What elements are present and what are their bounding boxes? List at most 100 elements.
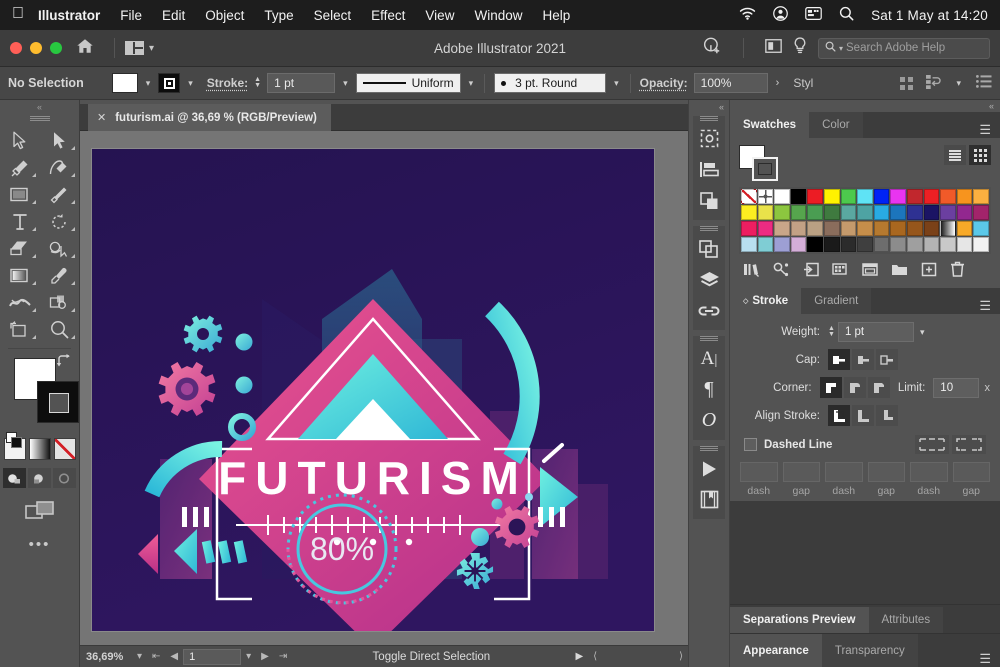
scroll-right-icon[interactable]: ⟩ xyxy=(674,651,688,662)
chevron-down-icon[interactable]: ▾ xyxy=(467,78,476,89)
menubar-clock[interactable]: Sat 1 May at 14:20 xyxy=(871,8,988,23)
shape-builder-tool[interactable] xyxy=(40,235,80,262)
weight-stepper[interactable]: ▲▼ xyxy=(828,326,835,338)
glyphs-panel-icon[interactable]: O xyxy=(693,405,725,436)
align-icon[interactable] xyxy=(900,77,913,90)
align-panel-icon[interactable] xyxy=(693,154,725,185)
swatch-cell[interactable] xyxy=(758,205,774,220)
paragraph-panel-icon[interactable]: ¶ xyxy=(693,374,725,405)
fill-color-swatch[interactable] xyxy=(112,73,138,93)
layers-artboards-icon[interactable] xyxy=(693,233,725,264)
tab-color[interactable]: Color xyxy=(809,112,862,138)
weight-input[interactable]: 1 pt xyxy=(838,322,914,342)
gap-input[interactable] xyxy=(953,462,991,482)
menu-effect[interactable]: Effect xyxy=(371,8,405,23)
show-swatch-options-icon[interactable] xyxy=(832,262,849,282)
options-list-icon[interactable] xyxy=(976,75,992,91)
close-window-button[interactable] xyxy=(10,42,22,54)
swatch-cell[interactable] xyxy=(774,221,790,236)
canvas-area[interactable]: FUTURISM xyxy=(80,131,688,645)
gap-input[interactable] xyxy=(868,462,906,482)
swatch-cell[interactable] xyxy=(924,237,940,252)
adjust-dash-corners-icon[interactable] xyxy=(952,435,986,454)
selection-tool[interactable] xyxy=(0,127,40,154)
spotlight-search-icon[interactable] xyxy=(839,6,854,24)
swatch-cell[interactable] xyxy=(957,205,973,220)
first-artboard-icon[interactable]: ⇤ xyxy=(147,651,165,662)
menu-type[interactable]: Type xyxy=(264,8,293,23)
new-swatch-icon[interactable] xyxy=(921,262,937,282)
swatch-cell[interactable] xyxy=(791,221,807,236)
menu-file[interactable]: File xyxy=(120,8,142,23)
zoom-tool[interactable] xyxy=(40,316,80,343)
direct-selection-tool[interactable] xyxy=(40,127,80,154)
menu-view[interactable]: View xyxy=(425,8,454,23)
menu-select[interactable]: Select xyxy=(314,8,352,23)
chevron-down-icon[interactable]: ▾ xyxy=(341,78,350,89)
swatch-cell[interactable] xyxy=(741,189,757,204)
stroke-weight-stepper[interactable]: ▲▼ xyxy=(254,77,261,89)
new-swatch-folder-icon[interactable] xyxy=(891,262,908,282)
chevron-down-icon[interactable]: ▾ xyxy=(918,327,927,338)
account-icon[interactable] xyxy=(773,6,788,24)
swatch-cell[interactable] xyxy=(824,189,840,204)
round-cap-icon[interactable] xyxy=(852,349,874,370)
menu-edit[interactable]: Edit xyxy=(162,8,185,23)
rotate-tool[interactable] xyxy=(40,208,80,235)
swatch-cell[interactable] xyxy=(807,237,823,252)
free-transform-tool[interactable] xyxy=(40,289,80,316)
swatch-cell[interactable] xyxy=(857,205,873,220)
libraries-panel-icon[interactable] xyxy=(693,484,725,515)
swatch-cell[interactable] xyxy=(791,189,807,204)
limit-input[interactable]: 10 xyxy=(933,378,979,398)
swatch-cell[interactable] xyxy=(874,221,890,236)
paintbrush-tool[interactable] xyxy=(40,181,80,208)
draw-normal[interactable] xyxy=(3,468,26,488)
swatch-cell[interactable] xyxy=(924,189,940,204)
swatch-cell[interactable] xyxy=(940,237,956,252)
preserve-dash-exact-icon[interactable] xyxy=(915,435,949,454)
chevron-down-icon[interactable]: ▾ xyxy=(144,78,153,89)
style-label[interactable]: Styl xyxy=(793,76,813,90)
swatch-cell[interactable] xyxy=(758,189,774,204)
swatch-cell[interactable] xyxy=(807,221,823,236)
transform-icon[interactable] xyxy=(926,75,941,92)
swatch-cell[interactable] xyxy=(957,237,973,252)
swatch-cell[interactable] xyxy=(824,237,840,252)
tab-swatches[interactable]: Swatches xyxy=(730,112,809,138)
dashed-line-checkbox[interactable] xyxy=(744,438,757,451)
swatches-grid[interactable] xyxy=(739,187,991,254)
close-tab-icon[interactable]: ✕ xyxy=(97,111,106,124)
tab-stroke[interactable]: Stroke xyxy=(730,288,801,314)
swatch-cell[interactable] xyxy=(957,189,973,204)
swatch-cell[interactable] xyxy=(741,221,757,236)
status-menu-icon[interactable]: ▶ xyxy=(570,651,588,662)
dash-input[interactable] xyxy=(910,462,948,482)
swatch-cell[interactable] xyxy=(940,205,956,220)
character-panel-icon[interactable]: A| xyxy=(693,343,725,374)
edit-toolbar-icon[interactable]: ••• xyxy=(0,536,79,553)
new-color-group-icon[interactable] xyxy=(862,262,878,282)
swatch-libraries-icon[interactable] xyxy=(743,262,760,282)
scroll-left-icon[interactable]: ⟨ xyxy=(588,651,602,662)
previous-artboard-icon[interactable]: ◀ xyxy=(165,651,183,662)
swatch-cell[interactable] xyxy=(791,237,807,252)
eyedropper-tool[interactable] xyxy=(40,262,80,289)
swatch-cell[interactable] xyxy=(973,205,989,220)
tab-separations-preview[interactable]: Separations Preview xyxy=(730,607,869,633)
swatch-cell[interactable] xyxy=(957,221,973,236)
swatch-cell[interactable] xyxy=(890,237,906,252)
swatch-cell[interactable] xyxy=(841,221,857,236)
gap-input[interactable] xyxy=(783,462,821,482)
panel-collapse-handle[interactable]: « xyxy=(730,100,1000,112)
chevron-down-icon[interactable]: ▾ xyxy=(186,78,195,89)
menu-window[interactable]: Window xyxy=(474,8,522,23)
grid-view-icon[interactable] xyxy=(969,145,991,165)
draw-behind[interactable] xyxy=(28,468,51,488)
stroke-color-swatch[interactable] xyxy=(37,381,79,423)
butt-cap-icon[interactable] xyxy=(828,349,850,370)
projecting-cap-icon[interactable] xyxy=(876,349,898,370)
tab-transparency[interactable]: Transparency xyxy=(822,634,918,667)
wifi-icon[interactable] xyxy=(739,7,756,23)
change-screen-mode-icon[interactable] xyxy=(0,500,79,522)
